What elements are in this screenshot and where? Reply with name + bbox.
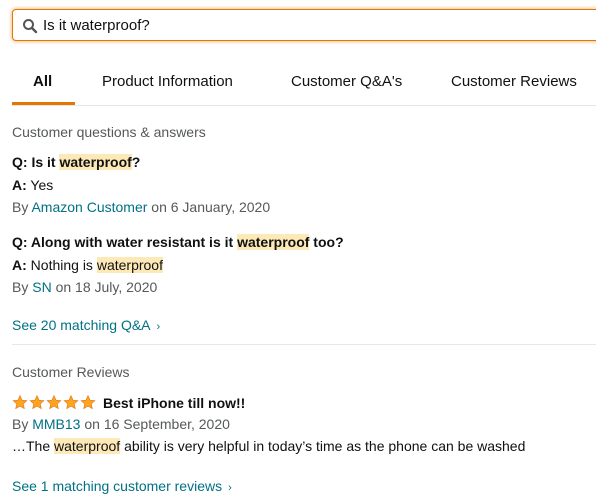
star-icon [63, 394, 79, 410]
question-text-end: too? [309, 234, 344, 250]
see-matching-qa-label[interactable]: See 20 matching Q&A [12, 317, 151, 333]
review-byline: By MMB13 on 16 September, 2020 [12, 414, 230, 434]
tab-customer-reviews[interactable]: Customer Reviews [451, 62, 577, 104]
author-link[interactable]: Amazon Customer [31, 199, 147, 215]
star-icon [12, 394, 28, 410]
question-highlight: waterproof [59, 154, 132, 170]
qa-byline-1: By Amazon Customer on 6 January, 2020 [12, 197, 270, 217]
qa-section-title: Customer questions & answers [12, 124, 206, 140]
tab-bar: All Product Information Customer Q&A's C… [0, 62, 596, 106]
qa-byline-2: By SN on 18 July, 2020 [12, 277, 157, 297]
search-input[interactable] [43, 14, 583, 36]
question-text-end: ? [131, 154, 141, 170]
question-highlight: waterproof [237, 234, 310, 250]
post-date: on 18 July, 2020 [55, 279, 158, 295]
tab-all[interactable]: All [33, 62, 52, 104]
answer-label: A: [12, 177, 27, 193]
question-text: Q: Is it [12, 154, 60, 170]
see-matching-reviews-label[interactable]: See 1 matching customer reviews [12, 478, 222, 494]
answer-text: Yes [30, 177, 54, 193]
byline-prefix: By [12, 199, 29, 215]
tab-product-information[interactable]: Product Information [102, 62, 233, 104]
qa-answer-1: A: Yes [12, 175, 53, 195]
post-date: on 16 September, 2020 [84, 416, 230, 432]
tabs-divider [12, 105, 596, 106]
answer-label: A: [12, 257, 27, 273]
chevron-right-icon: › [228, 482, 232, 494]
qa-answer-2: A: Nothing is waterproof [12, 255, 163, 275]
answer-highlight: waterproof [96, 257, 163, 273]
byline-prefix: By [12, 416, 29, 432]
question-text: Q: Along with water resistant is it [12, 234, 238, 250]
answer-text: Nothing is [30, 257, 93, 273]
review-excerpt: …The waterproof ability is very helpful … [12, 436, 525, 456]
review-headline[interactable]: Best iPhone till now!! [103, 395, 245, 411]
section-divider [12, 344, 596, 345]
review-headline-row: Best iPhone till now!! [12, 393, 245, 415]
search-box[interactable] [12, 9, 596, 41]
excerpt-text-end: ability is very helpful in today’s time … [124, 438, 526, 454]
star-icon [80, 394, 96, 410]
star-icon [29, 394, 45, 410]
star-icon [46, 394, 62, 410]
qa-question-1: Q: Is it waterproof? [12, 152, 140, 172]
excerpt-text: …The [12, 438, 51, 454]
see-matching-qa-link[interactable]: See 20 matching Q&A › [12, 315, 160, 337]
excerpt-highlight: waterproof [54, 438, 121, 454]
tab-customer-qa[interactable]: Customer Q&A's [291, 62, 402, 104]
author-link[interactable]: MMB13 [32, 416, 80, 432]
chevron-right-icon: › [156, 321, 161, 333]
byline-prefix: By [12, 279, 29, 295]
qa-question-2: Q: Along with water resistant is it wate… [12, 232, 344, 252]
reviews-section-title: Customer Reviews [12, 364, 130, 380]
star-rating [12, 394, 97, 415]
author-link[interactable]: SN [32, 279, 51, 295]
post-date: on 6 January, 2020 [151, 199, 271, 215]
search-icon [22, 18, 38, 34]
